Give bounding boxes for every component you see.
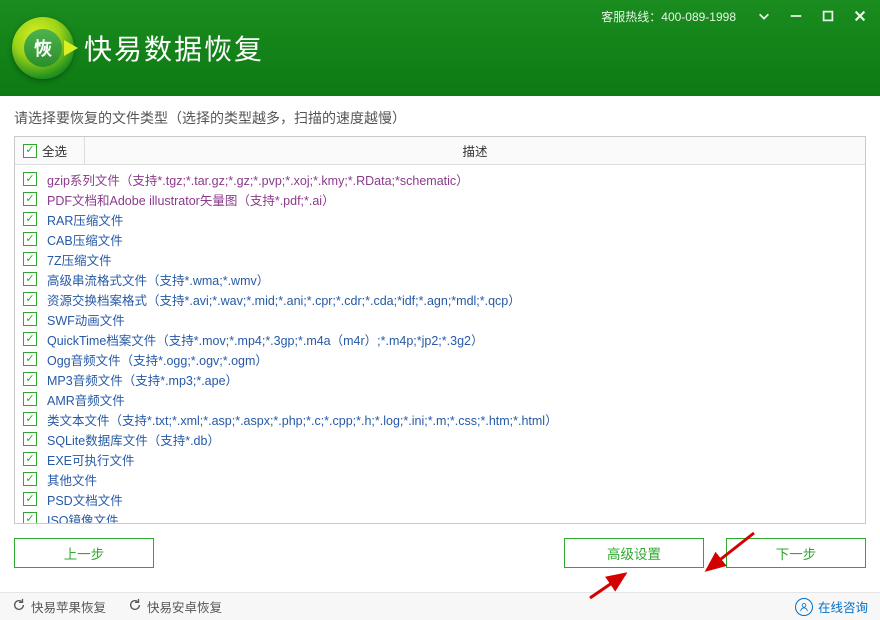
row-checkbox[interactable] [23,432,37,446]
table-row[interactable]: QuickTime档案文件（支持*.mov;*.mp4;*.3gp;*.m4a（… [15,329,865,349]
row-checkbox[interactable] [23,372,37,386]
advanced-settings-button[interactable]: 高级设置 [564,538,704,568]
table-row[interactable]: 类文本文件（支持*.txt;*.xml;*.asp;*.aspx;*.php;*… [15,409,865,429]
person-icon [795,598,813,616]
maximize-icon[interactable] [818,6,838,26]
select-all-label: 全选 [42,141,67,160]
row-label: 资源交换档案格式（支持*.avi;*.wav;*.mid;*.ani;*.cpr… [47,290,521,309]
desc-header: 描述 [85,137,865,164]
row-checkbox[interactable] [23,412,37,426]
row-label: SWF动画文件 [47,310,125,329]
next-button[interactable]: 下一步 [726,538,866,568]
select-all-cell[interactable]: 全选 [15,137,85,164]
row-label: 高级串流格式文件（支持*.wma;*.wmv） [47,270,269,289]
row-label: SQLite数据库文件（支持*.db） [47,430,220,449]
table-row[interactable]: AMR音频文件 [15,389,865,409]
table-row[interactable]: 资源交换档案格式（支持*.avi;*.wav;*.mid;*.ani;*.cpr… [15,289,865,309]
table-row[interactable]: ISO镜像文件 [15,509,865,523]
table-row[interactable]: PDF文档和Adobe illustrator矢量图（支持*.pdf;*.ai） [15,189,865,209]
footer-apple-label: 快易苹果恢复 [31,597,106,616]
table-row[interactable]: PSD文档文件 [15,489,865,509]
table-row[interactable]: Ogg音频文件（支持*.ogg;*.ogv;*.ogm） [15,349,865,369]
hotline-number: 400-089-1998 [661,10,736,24]
chevron-down-icon[interactable] [754,6,774,26]
table-header: 全选 描述 [15,137,865,165]
row-label: Ogg音频文件（支持*.ogg;*.ogv;*.ogm） [47,350,268,369]
row-checkbox[interactable] [23,472,37,486]
table-row[interactable]: SQLite数据库文件（支持*.db） [15,429,865,449]
app-title: 快易数据恢复 [84,28,264,68]
row-checkbox[interactable] [23,352,37,366]
logo-arrow-icon [64,40,78,56]
logo-char: 恢 [24,29,62,67]
row-checkbox[interactable] [23,512,37,523]
table-row[interactable]: MP3音频文件（支持*.mp3;*.ape） [15,369,865,389]
online-label: 在线咨询 [818,597,868,616]
table-body[interactable]: gzip系列文件（支持*.tgz;*.tar.gz;*.gz;*.pvp;*.x… [15,165,865,523]
row-label: PSD文档文件 [47,490,123,509]
footer-android-label: 快易安卓恢复 [147,597,222,616]
hotline-label: 客服热线： [601,10,661,24]
title-bar: 客服热线：400-089-1998 [601,6,870,26]
refresh-icon [128,598,142,615]
row-label: ISO镜像文件 [47,510,119,524]
table-row[interactable]: 其他文件 [15,469,865,489]
footer-link-android[interactable]: 快易安卓恢复 [128,597,222,616]
instruction-text: 请选择要恢复的文件类型（选择的类型越多，扫描的速度越慢） [0,96,880,136]
table-row[interactable]: gzip系列文件（支持*.tgz;*.tar.gz;*.gz;*.pvp;*.x… [15,169,865,189]
row-label: CAB压缩文件 [47,230,123,249]
row-label: 7Z压缩文件 [47,250,112,269]
table-row[interactable]: RAR压缩文件 [15,209,865,229]
row-label: 其他文件 [47,470,97,489]
refresh-icon [12,598,26,615]
row-checkbox[interactable] [23,452,37,466]
prev-button[interactable]: 上一步 [14,538,154,568]
online-consult[interactable]: 在线咨询 [795,597,868,616]
hotline: 客服热线：400-089-1998 [601,8,736,25]
table-row[interactable]: 高级串流格式文件（支持*.wma;*.wmv） [15,269,865,289]
row-checkbox[interactable] [23,172,37,186]
select-all-checkbox[interactable] [23,144,37,158]
table-row[interactable]: CAB压缩文件 [15,229,865,249]
footer: 快易苹果恢复 快易安卓恢复 在线咨询 [0,592,880,620]
row-label: PDF文档和Adobe illustrator矢量图（支持*.pdf;*.ai） [47,190,335,209]
row-label: RAR压缩文件 [47,210,123,229]
app-header: 恢 快易数据恢复 客服热线：400-089-1998 [0,0,880,96]
row-checkbox[interactable] [23,492,37,506]
row-label: QuickTime档案文件（支持*.mov;*.mp4;*.3gp;*.m4a（… [47,330,483,349]
row-checkbox[interactable] [23,252,37,266]
row-label: AMR音频文件 [47,390,125,409]
button-row: 上一步 高级设置 下一步 [14,538,866,568]
row-checkbox[interactable] [23,232,37,246]
footer-link-apple[interactable]: 快易苹果恢复 [12,597,106,616]
close-icon[interactable] [850,6,870,26]
row-label: gzip系列文件（支持*.tgz;*.tar.gz;*.gz;*.pvp;*.x… [47,170,469,189]
logo: 恢 快易数据恢复 [12,17,264,79]
table-row[interactable]: 7Z压缩文件 [15,249,865,269]
table-row[interactable]: EXE可执行文件 [15,449,865,469]
row-checkbox[interactable] [23,192,37,206]
row-checkbox[interactable] [23,272,37,286]
row-checkbox[interactable] [23,212,37,226]
logo-icon: 恢 [12,17,74,79]
row-checkbox[interactable] [23,332,37,346]
row-checkbox[interactable] [23,392,37,406]
table-row[interactable]: SWF动画文件 [15,309,865,329]
minimize-icon[interactable] [786,6,806,26]
row-checkbox[interactable] [23,312,37,326]
row-checkbox[interactable] [23,292,37,306]
row-label: MP3音频文件（支持*.mp3;*.ape） [47,370,238,389]
file-type-table: 全选 描述 gzip系列文件（支持*.tgz;*.tar.gz;*.gz;*.p… [14,136,866,524]
row-label: 类文本文件（支持*.txt;*.xml;*.asp;*.aspx;*.php;*… [47,410,558,429]
row-label: EXE可执行文件 [47,450,135,469]
